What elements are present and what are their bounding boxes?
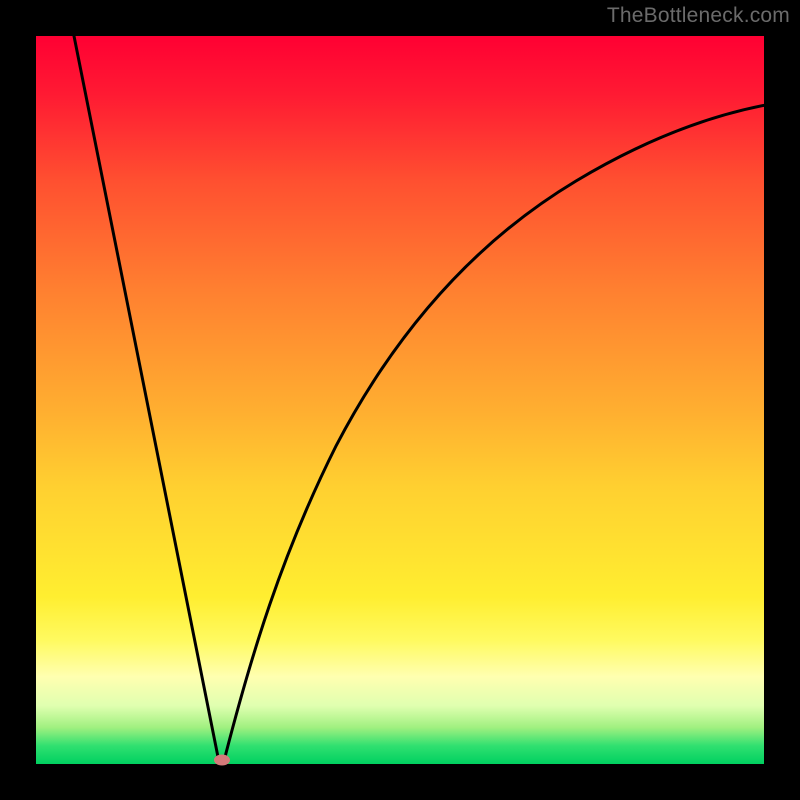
watermark-text: TheBottleneck.com [607,4,790,28]
optimum-marker [214,755,230,766]
bottleneck-curve [36,36,764,764]
plot-area [36,36,764,764]
chart-frame: TheBottleneck.com [0,0,800,800]
curve-path [72,26,771,760]
